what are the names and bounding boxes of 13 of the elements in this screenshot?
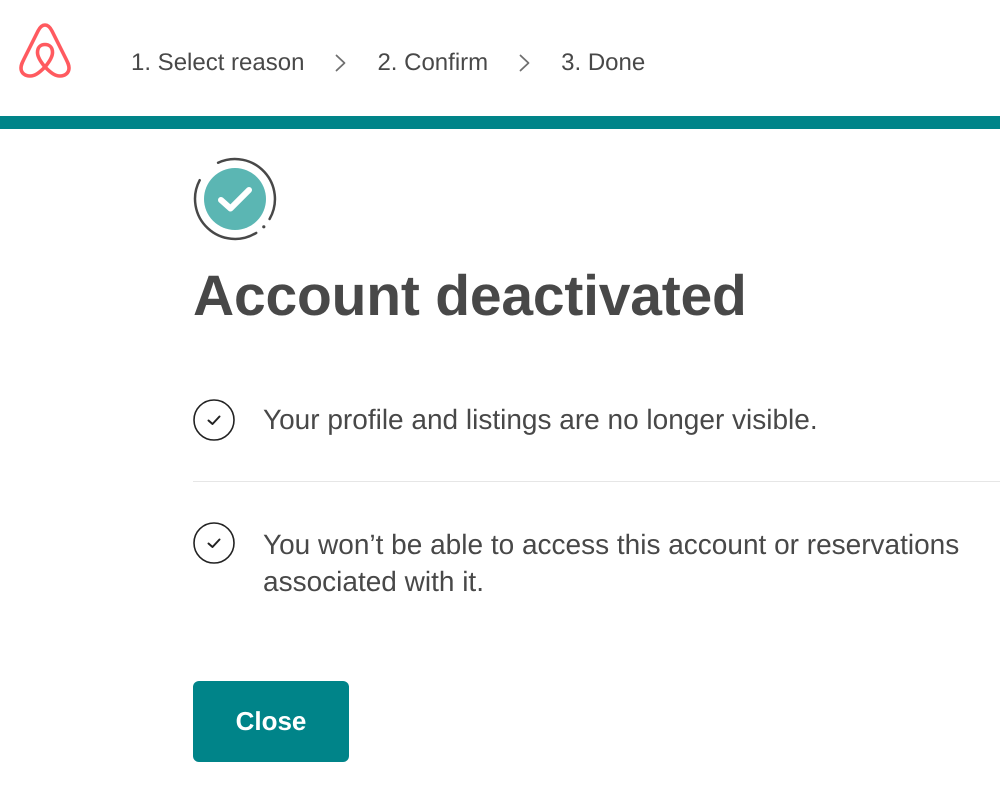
close-button[interactable]: Close [193, 681, 349, 762]
chevron-right-icon [335, 54, 346, 72]
info-text: You won’t be able to access this account or reservations associated with it. [263, 528, 960, 599]
check-circle-icon [193, 522, 235, 564]
step-label: 2. Confirm [377, 49, 488, 77]
check-circle-icon [193, 399, 235, 441]
logo-icon[interactable] [18, 22, 72, 78]
step-label: 3. Done [561, 49, 646, 77]
chevron-right-icon [519, 54, 530, 72]
info-text: Your profile and listings are no longer visible. [263, 403, 818, 437]
step-label: 1. Select reason [131, 49, 304, 77]
success-check-icon [193, 157, 277, 241]
page-title: Account deactivated [193, 264, 748, 328]
